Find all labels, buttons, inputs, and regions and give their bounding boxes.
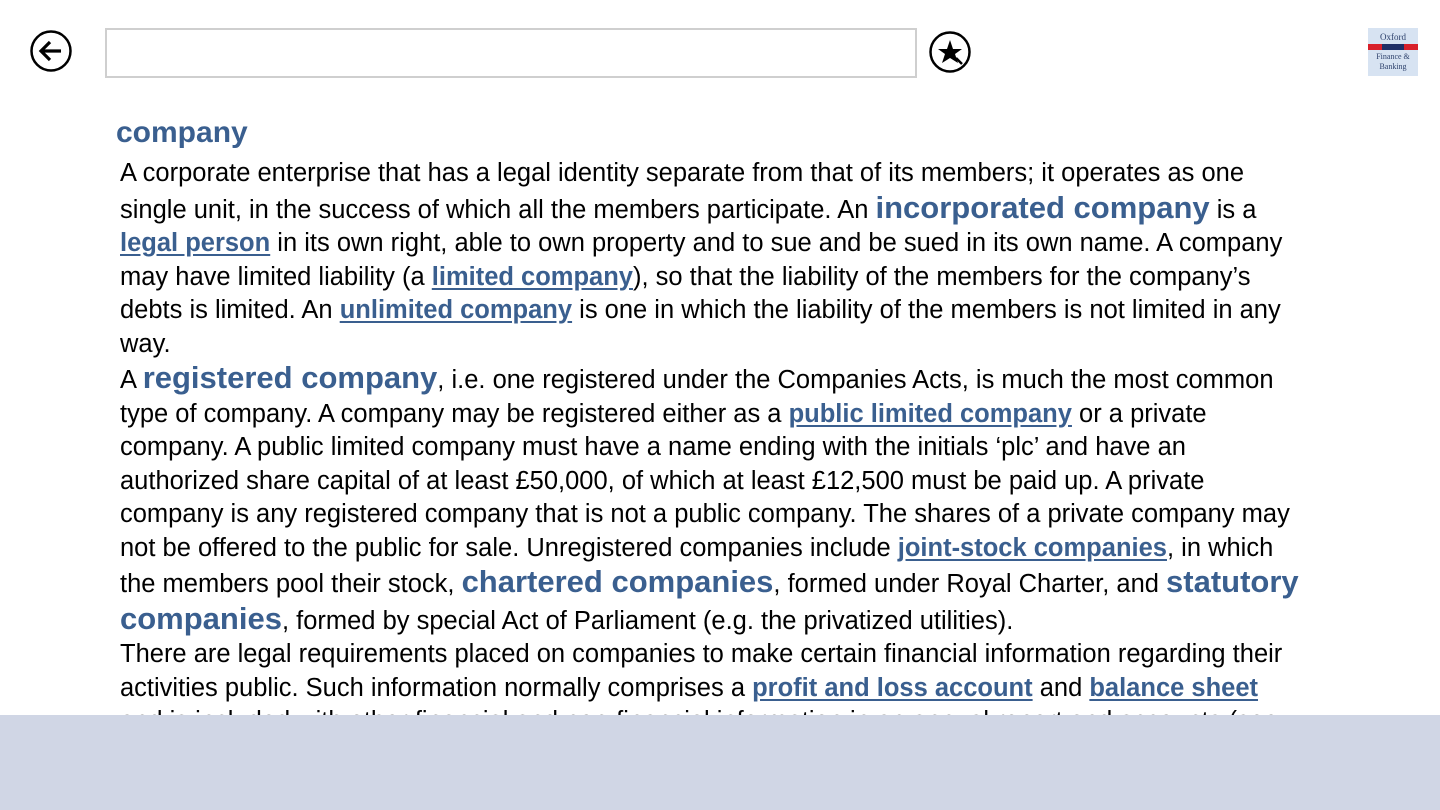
definition-paragraph-2: A registered company, i.e. one registere… (120, 361, 1430, 638)
entry-headword: company (116, 116, 248, 149)
text: , formed by special Act of Parliament (e… (281, 606, 1014, 635)
oxford-finance-banking-logo[interactable]: Oxford Finance & Banking (1368, 28, 1418, 76)
search-input[interactable] (105, 28, 917, 78)
text: ), so that the liability of the members … (633, 262, 1251, 291)
text: is a (1209, 195, 1257, 224)
text: company is any registered company that i… (120, 500, 1290, 528)
link-balance-sheet[interactable]: balance sheet (1089, 674, 1258, 702)
text: is one in which the liability of the mem… (572, 296, 1281, 324)
text: not be offered to the public for sale. U… (120, 533, 898, 562)
text: company. A public limited company must h… (120, 433, 1186, 461)
text: A corporate enterprise that has a legal … (120, 159, 1245, 187)
text: in its own right, able to own property a… (270, 229, 1283, 257)
bottom-panel (0, 715, 1440, 810)
term-statutory-companies-cont: companies (120, 600, 282, 636)
text: may have limited liability (a (120, 262, 432, 291)
text: type of company. A company may be regist… (120, 399, 789, 428)
text: or a private (1071, 399, 1207, 428)
text: way. (120, 329, 171, 358)
link-limited-company[interactable]: limited company (432, 263, 633, 291)
logo-line-oxford: Oxford (1380, 32, 1406, 42)
entry-content[interactable]: company A corporate enterprise that has … (0, 112, 1440, 715)
term-statutory-companies: statutory (1166, 564, 1299, 599)
text: and is included with other financial and… (120, 707, 1278, 715)
text: , formed under Royal Charter, and (773, 570, 1167, 598)
entry-definition: A corporate enterprise that has a legal … (120, 157, 1430, 715)
term-registered-company: registered company (142, 360, 438, 395)
text: single unit, in the success of which all… (120, 195, 876, 224)
text: activities public. Such information norm… (120, 673, 753, 702)
term-chartered-companies: chartered companies (461, 564, 774, 599)
text: authorized share capital of at least £50… (120, 466, 1205, 495)
definition-paragraph-3: There are legal requirements placed on c… (120, 638, 1430, 715)
arrow-left-circle-icon (30, 30, 72, 72)
link-public-limited-company[interactable]: public limited company (789, 400, 1072, 428)
term-incorporated-company: incorporated company (875, 189, 1210, 225)
back-button[interactable] (30, 30, 72, 72)
text: , in which (1166, 533, 1274, 562)
text: debts is limited. An (120, 296, 340, 324)
logo-line-banking: Banking (1379, 62, 1407, 71)
favorites-button[interactable] (929, 31, 971, 73)
definition-paragraph-1: A corporate enterprise that has a legal … (120, 157, 1430, 361)
logo-line-finance: Finance & (1376, 52, 1410, 61)
text: A (120, 366, 143, 394)
link-legal-person[interactable]: legal person (120, 229, 270, 257)
text: and (1032, 673, 1090, 702)
logo-color-bar (1368, 44, 1418, 50)
link-profit-and-loss-account[interactable]: profit and loss account (752, 674, 1033, 702)
link-unlimited-company[interactable]: unlimited company (340, 296, 572, 324)
text: , i.e. one registered under the Companie… (437, 366, 1274, 394)
star-circle-icon (929, 31, 971, 73)
link-joint-stock-companies[interactable]: joint-stock companies (898, 534, 1167, 562)
text: There are legal requirements placed on c… (120, 640, 1283, 668)
text: the members pool their stock, (120, 570, 462, 598)
